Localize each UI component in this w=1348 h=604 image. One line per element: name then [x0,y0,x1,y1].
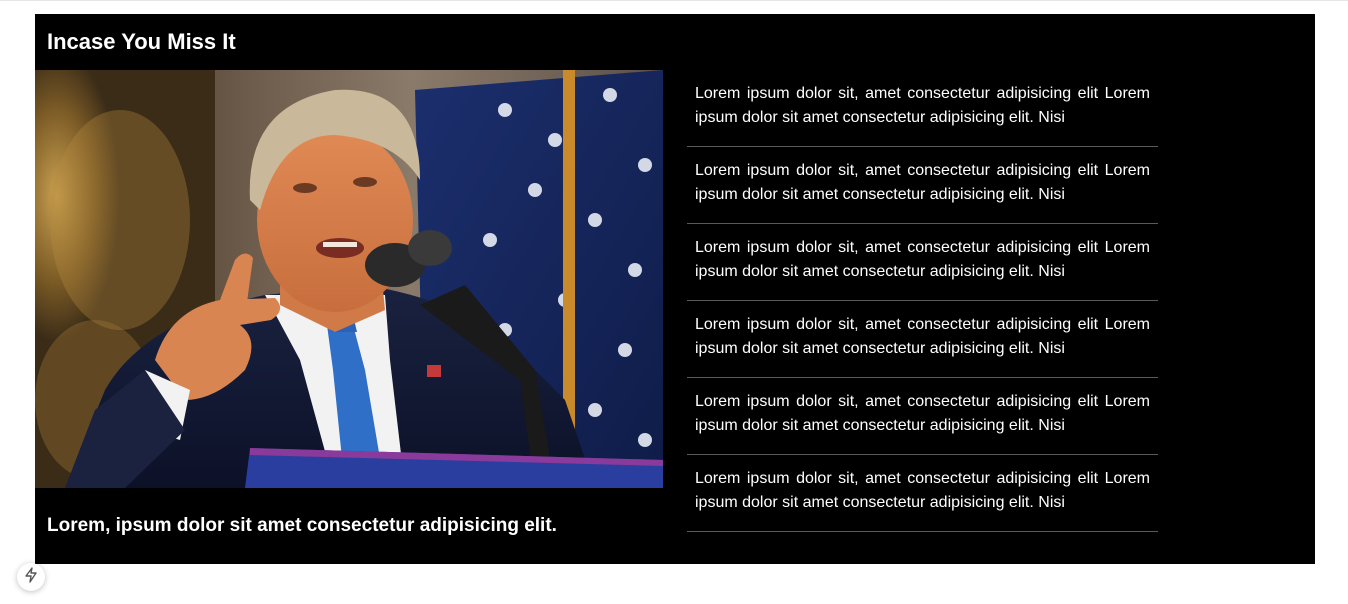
news-link[interactable]: Lorem ipsum dolor sit, amet consectetur … [695,82,1150,130]
lightning-bolt-icon [24,566,38,588]
incase-you-miss-it-section: Incase You Miss It Lorem, ipsum dolor si… [35,14,1315,564]
featured-image[interactable] [35,70,663,488]
featured-headline[interactable]: Lorem, ipsum dolor sit amet consectetur … [47,514,647,538]
list-item: Lorem ipsum dolor sit, amet consectetur … [687,301,1158,378]
section-title: Incase You Miss It [47,29,236,54]
list-item: Lorem ipsum dolor sit, amet consectetur … [687,70,1158,147]
list-item: Lorem ipsum dolor sit, amet consectetur … [687,224,1158,301]
news-link[interactable]: Lorem ipsum dolor sit, amet consectetur … [695,390,1150,438]
list-item: Lorem ipsum dolor sit, amet consectetur … [687,147,1158,224]
news-link[interactable]: Lorem ipsum dolor sit, amet consectetur … [695,236,1150,284]
page-top-border [0,0,1348,1]
list-item: Lorem ipsum dolor sit, amet consectetur … [687,378,1158,455]
news-list: Lorem ipsum dolor sit, amet consectetur … [687,70,1158,532]
news-link[interactable]: Lorem ipsum dolor sit, amet consectetur … [695,467,1150,515]
dev-indicator-button[interactable] [17,563,45,591]
list-item: Lorem ipsum dolor sit, amet consectetur … [687,455,1158,532]
news-link[interactable]: Lorem ipsum dolor sit, amet consectetur … [695,159,1150,207]
featured-story[interactable]: Lorem, ipsum dolor sit amet consectetur … [35,70,663,550]
news-link[interactable]: Lorem ipsum dolor sit, amet consectetur … [695,313,1150,361]
